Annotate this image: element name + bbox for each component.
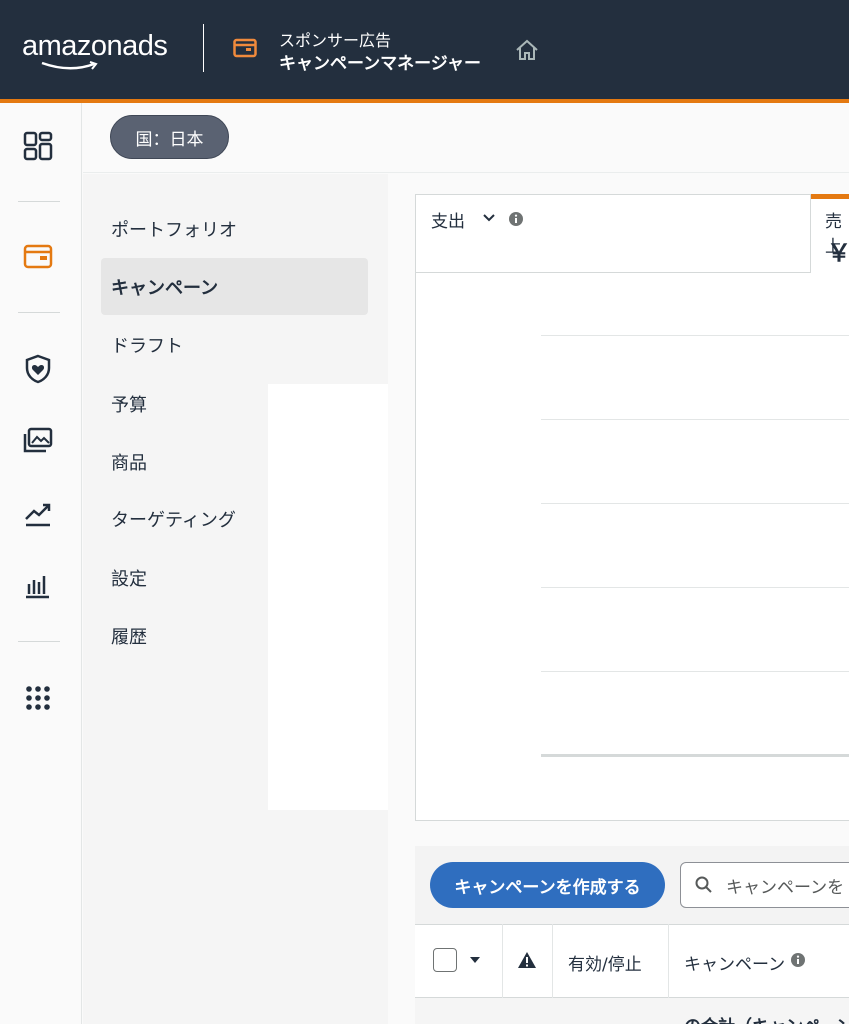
column-header-campaign[interactable]: キャンペーン — [684, 950, 785, 975]
chart-gridline — [541, 503, 849, 504]
logo-smile-icon — [41, 61, 98, 70]
caret-down-icon[interactable] — [469, 956, 481, 964]
dashboard-icon[interactable] — [22, 130, 54, 162]
metric-label-spend: 支出 — [431, 212, 465, 232]
chart-gridline — [541, 587, 849, 588]
chart-gridline — [541, 419, 849, 420]
chevron-down-icon[interactable] — [481, 210, 497, 226]
chart-gridline — [541, 335, 849, 336]
app-title[interactable]: キャンペーンマネージャー — [279, 49, 481, 74]
info-icon[interactable] — [508, 211, 524, 227]
subnav-item-portfolio[interactable]: ポートフォリオ — [111, 216, 237, 242]
subnav-item-campaigns[interactable]: キャンペーン — [111, 274, 218, 300]
rail-separator — [18, 201, 60, 202]
chart-x-axis — [541, 754, 849, 757]
metric-active-indicator — [811, 194, 849, 199]
media-gallery-icon[interactable] — [22, 425, 54, 457]
select-all-checkbox[interactable] — [433, 948, 457, 972]
create-campaign-button[interactable]: キャンペーンを作成する — [430, 862, 665, 908]
bar-chart-icon[interactable] — [22, 570, 54, 602]
shield-heart-icon[interactable] — [22, 353, 54, 385]
subnav-item-products[interactable]: 商品 — [111, 449, 147, 475]
totals-row-label: の合計（キャンペーン — [684, 1012, 849, 1024]
search-placeholder: キャンペーンを — [726, 878, 845, 898]
sponsored-ads-wallet-icon — [233, 38, 257, 58]
metric-selector-spend[interactable] — [415, 194, 811, 273]
amazon-ads-logo[interactable]: amazonads — [22, 30, 168, 63]
trend-icon[interactable] — [22, 498, 54, 530]
subnav-item-settings[interactable]: 設定 — [111, 565, 147, 591]
chart-gridline — [541, 671, 849, 672]
header-divider — [203, 24, 204, 72]
country-selector[interactable]: 国：日本 — [110, 115, 229, 159]
campaign-wallet-icon[interactable] — [22, 241, 54, 273]
rail-separator — [18, 641, 60, 642]
blank-panel — [268, 384, 388, 810]
metric-value-sales: ￥ — [827, 239, 849, 267]
subnav-item-budgets[interactable]: 予算 — [111, 391, 147, 417]
performance-chart-card — [415, 194, 849, 821]
rail-separator — [18, 312, 60, 313]
info-icon[interactable] — [790, 952, 806, 968]
home-icon[interactable] — [514, 38, 540, 62]
subnav-item-drafts[interactable]: ドラフト — [111, 332, 183, 358]
app-subtitle: スポンサー広告 — [279, 31, 392, 50]
warning-icon — [518, 952, 536, 968]
subnav-item-history[interactable]: 履歴 — [111, 623, 147, 649]
subnav-item-targeting[interactable]: ターゲティング — [111, 506, 236, 532]
search-icon — [695, 876, 712, 893]
apps-grid-icon[interactable] — [22, 682, 54, 714]
column-header-status[interactable]: 有効/停止 — [568, 950, 642, 975]
